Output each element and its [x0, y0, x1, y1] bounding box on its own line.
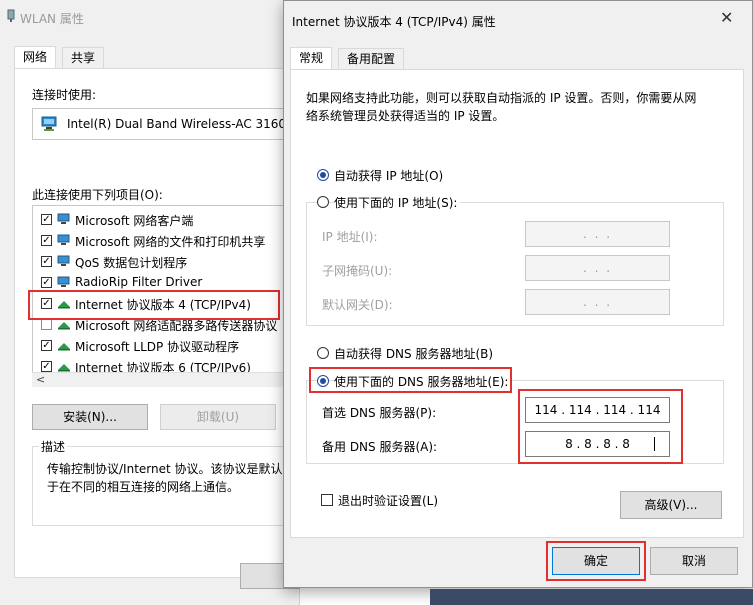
- item-checkbox[interactable]: ✓: [41, 256, 52, 267]
- item-checkbox[interactable]: ✓: [41, 277, 52, 288]
- window-title: WLAN 属性: [20, 12, 84, 26]
- list-item[interactable]: ✓ QoS 数据包计划程序: [33, 252, 301, 273]
- scroll-left-icon[interactable]: <: [36, 373, 45, 386]
- network-client-icon: [57, 255, 70, 266]
- window-title: Internet 协议版本 4 (TCP/IPv4) 属性: [292, 15, 496, 29]
- protocol-icon: [58, 343, 70, 351]
- subnet-label: 子网掩码(U):: [322, 264, 393, 278]
- auto-ip-label[interactable]: 自动获得 IP 地址(O): [334, 167, 443, 184]
- protocol-icon: [58, 364, 70, 372]
- ipv4-highlight: [28, 290, 280, 320]
- ok-highlight: [546, 541, 646, 581]
- description-line-1: 传输控制协议/Internet 协议。该协议是默认: [47, 462, 283, 476]
- item-checkbox[interactable]: ✓: [41, 214, 52, 225]
- horizontal-scrollbar[interactable]: <: [32, 372, 302, 387]
- advanced-button[interactable]: 高级(V)...: [620, 491, 722, 519]
- auto-ip-radio[interactable]: [317, 169, 329, 181]
- item-checkbox[interactable]: ✓: [41, 361, 52, 372]
- ip-address-label: IP 地址(I):: [322, 230, 378, 244]
- tab-general[interactable]: 常规: [290, 47, 333, 70]
- intro-line-1: 如果网络支持此功能，则可以获取自动指派的 IP 设置。否则，你需要从网: [306, 91, 697, 105]
- description-line-2: 于在不同的相互连接的网络上通信。: [47, 480, 240, 494]
- manual-ip-label[interactable]: 使用下面的 IP 地址(S):: [334, 194, 461, 211]
- desktop-background: [430, 589, 753, 605]
- install-button[interactable]: 安装(N)...: [32, 404, 148, 430]
- item-label: RadioRip Filter Driver: [75, 275, 203, 289]
- auto-dns-radio[interactable]: [317, 347, 329, 359]
- preferred-dns-label: 首选 DNS 服务器(P):: [322, 406, 437, 420]
- adapter-name: Intel(R) Dual Band Wireless-AC 3160: [67, 117, 287, 131]
- intro-line-2: 络系统管理员处获得适当的 IP 设置。: [306, 109, 505, 123]
- description-group: 描述 传输控制协议/Internet 协议。该协议是默认 于在不同的相互连接的网…: [32, 438, 302, 526]
- uninstall-button[interactable]: 卸载(U): [160, 404, 276, 430]
- validate-checkbox[interactable]: [321, 494, 333, 506]
- network-client-icon: [57, 276, 70, 287]
- validate-label[interactable]: 退出时验证设置(L): [338, 492, 438, 509]
- subnet-field[interactable]: . . .: [525, 255, 670, 281]
- manual-dns-highlight: [309, 367, 512, 393]
- adapter-field: Intel(R) Dual Band Wireless-AC 3160: [32, 108, 302, 140]
- manual-ip-radio[interactable]: [317, 196, 329, 208]
- tab-sharing[interactable]: 共享: [62, 47, 105, 69]
- alternate-dns-label: 备用 DNS 服务器(A):: [322, 440, 438, 454]
- item-label: Microsoft 网络客户端: [75, 214, 194, 228]
- cancel-button[interactable]: 取消: [650, 547, 738, 575]
- item-label: QoS 数据包计划程序: [75, 256, 188, 270]
- ip-address-field[interactable]: . . .: [525, 221, 670, 247]
- item-label: Microsoft 网络的文件和打印机共享: [75, 235, 266, 249]
- list-item[interactable]: ✓ Microsoft 网络客户端: [33, 210, 301, 231]
- network-client-icon: [57, 234, 70, 245]
- close-icon[interactable]: ✕: [720, 8, 733, 27]
- network-adapter-icon: [41, 116, 57, 131]
- tab-network[interactable]: 网络: [14, 46, 57, 69]
- list-item[interactable]: ✓ Microsoft LLDP 协议驱动程序: [33, 336, 301, 357]
- ipv4-properties-window: Internet 协议版本 4 (TCP/IPv4) 属性 ✕ 常规 备用配置 …: [283, 0, 753, 588]
- item-checkbox[interactable]: ✓: [41, 340, 52, 351]
- gateway-field[interactable]: . . .: [525, 289, 670, 315]
- tab-alternate-config[interactable]: 备用配置: [338, 48, 405, 70]
- item-label: Microsoft LLDP 协议驱动程序: [75, 340, 240, 354]
- item-checkbox[interactable]: ✓: [41, 235, 52, 246]
- list-item[interactable]: ✓ Microsoft 网络的文件和打印机共享: [33, 231, 301, 252]
- dns-values-highlight: [518, 389, 683, 464]
- network-client-icon: [57, 213, 70, 224]
- item-checkbox[interactable]: [41, 319, 52, 330]
- auto-dns-label[interactable]: 自动获得 DNS 服务器地址(B): [334, 345, 493, 362]
- items-label: 此连接使用下列项目(O):: [32, 188, 163, 202]
- wlan-icon: [7, 9, 15, 22]
- wlan-properties-window: WLAN 属性 网络 共享 连接时使用: Intel(R) Dual Band …: [0, 0, 304, 605]
- connect-using-label: 连接时使用:: [32, 88, 97, 102]
- description-title: 描述: [39, 438, 68, 455]
- gateway-label: 默认网关(D):: [322, 298, 393, 312]
